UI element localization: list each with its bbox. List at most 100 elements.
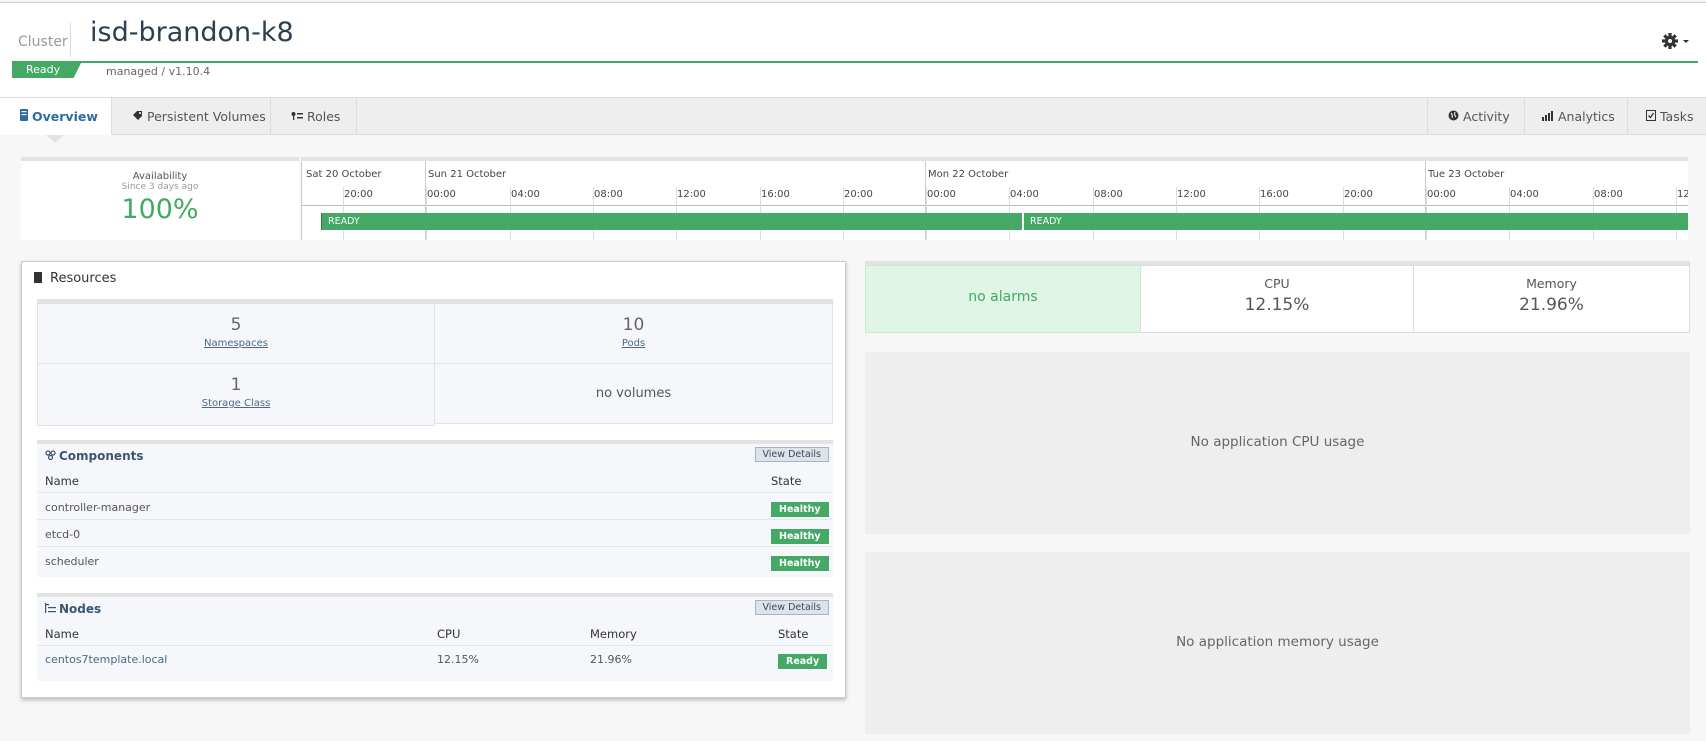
- nodes-title-text: Nodes: [59, 602, 102, 616]
- timeline-day-label: Sat 20 October: [306, 169, 382, 180]
- availability-label: Availability: [132, 171, 188, 182]
- node-state-badge: Ready: [778, 654, 828, 669]
- no-volumes-text: no volumes: [595, 386, 672, 401]
- memory-usage-panel: No application memory usage: [865, 552, 1690, 734]
- tab-overview[interactable]: Overview: [0, 98, 112, 135]
- pods-link[interactable]: Pods: [435, 338, 832, 349]
- timeline-hour-label: 12:00: [677, 189, 706, 200]
- cpu-usage-panel: No application CPU usage: [865, 352, 1690, 534]
- timeline-hour-label: 00:00: [427, 189, 456, 200]
- tag-icon: [132, 99, 143, 136]
- active-tab-pointer: [46, 135, 64, 143]
- row-divider: [37, 492, 833, 493]
- cpu-stat-label: CPU: [1264, 276, 1290, 291]
- alarms-status: no alarms: [865, 265, 1141, 333]
- pods-cell: 10 Pods: [434, 303, 833, 364]
- tab-label: Analytics: [1557, 109, 1615, 124]
- components-view-details-button[interactable]: View Details: [754, 447, 829, 462]
- timeline-hour-label: 04:00: [1510, 189, 1539, 200]
- cluster-overview-page: Cluster isd-brandon-k8 Ready managed / v…: [0, 0, 1706, 741]
- cluster-header: Cluster isd-brandon-k8 Ready managed / v…: [0, 3, 1706, 97]
- timeline-status-segment[interactable]: READY: [322, 213, 1022, 230]
- timeline-hour-label: 00:00: [927, 189, 956, 200]
- availability-timeline: Sat 20 October Sun 21 October Mon 22 Octob…: [301, 157, 1688, 240]
- timeline-hour-label: 08:00: [1594, 189, 1623, 200]
- timeline-status-segment[interactable]: READY: [1024, 213, 1688, 230]
- resources-title: Resources: [34, 271, 116, 286]
- alarms-text: no alarms: [968, 289, 1038, 305]
- timeline-hour-label: 12:00: [1177, 189, 1206, 200]
- row-divider: [37, 519, 833, 520]
- namespaces-cell: 5 Namespaces: [37, 303, 435, 364]
- resource-grid: 5 Namespaces 10 Pods 1 Storage Class no …: [37, 299, 833, 429]
- availability-value: 100%: [121, 194, 199, 225]
- nodes-title: Nodes: [45, 602, 101, 616]
- row-divider: [37, 645, 833, 646]
- nodes-view-details-button[interactable]: View Details: [754, 600, 829, 615]
- memory-stat: Memory 21.96%: [1413, 265, 1690, 333]
- components-title: Components: [45, 449, 144, 463]
- timeline-hour-label: 00:00: [1427, 189, 1456, 200]
- managed-version: managed / v1.10.4: [106, 65, 211, 78]
- node-name-link[interactable]: centos7template.local: [45, 653, 167, 666]
- gear-icon: [1662, 33, 1689, 49]
- nodes-col-state: State: [778, 627, 809, 641]
- timeline-hour-label: 04:00: [511, 189, 540, 200]
- tab-bar: Overview Persistent Volumes Roles Activi…: [0, 97, 1706, 135]
- timeline-hour-label: 04:00: [1010, 189, 1039, 200]
- availability-since: Since 3 days ago: [121, 182, 199, 192]
- page-title: isd-brandon-k8: [90, 17, 294, 48]
- storage-class-cell: 1 Storage Class: [37, 363, 435, 426]
- tab-roles[interactable]: Roles: [271, 98, 357, 135]
- tab-label: Persistent Volumes: [147, 109, 266, 124]
- component-state-badge: Healthy: [771, 529, 829, 544]
- settings-dropdown[interactable]: [1660, 31, 1692, 51]
- bar-chart-icon: [1542, 109, 1558, 124]
- status-line: [70, 61, 1698, 63]
- tab-label: Overview: [32, 109, 98, 124]
- chevron-down-icon: [1683, 40, 1689, 43]
- tab-analytics[interactable]: Analytics: [1524, 98, 1627, 135]
- key-list-icon: [291, 99, 303, 136]
- nodes-col-memory: Memory: [590, 627, 637, 641]
- resources-card: Resources 5 Namespaces 10 Pods 1 Storage…: [21, 261, 846, 698]
- tab-label: Roles: [307, 109, 341, 124]
- component-name: etcd-0: [45, 528, 81, 541]
- row-divider: [37, 546, 833, 547]
- memory-usage-empty-text: No application memory usage: [1176, 634, 1379, 650]
- timeline-start-marker: [321, 213, 322, 230]
- namespaces-link[interactable]: Namespaces: [38, 338, 434, 349]
- cluster-label: Cluster: [18, 34, 68, 50]
- namespaces-count: 5: [230, 315, 242, 335]
- tab-activity[interactable]: Activity: [1427, 98, 1524, 135]
- node-cpu: 12.15%: [437, 653, 479, 666]
- components-icon: [45, 450, 56, 461]
- nodes-section: Nodes View Details Name CPU Memory State…: [37, 593, 833, 681]
- timeline-hour-label: 12:: [1677, 189, 1688, 200]
- components-title-text: Components: [59, 449, 144, 463]
- components-col-name: Name: [45, 474, 79, 488]
- timeline-hour-label: 20:00: [844, 189, 873, 200]
- tab-label: Activity: [1462, 109, 1510, 124]
- timeline-day-divider: [301, 161, 302, 240]
- nodes-col-cpu: CPU: [437, 627, 461, 641]
- summary-bar: no alarms CPU 12.15% Memory 21.96%: [865, 261, 1690, 333]
- components-col-state: State: [771, 474, 802, 488]
- resources-title-text: Resources: [50, 271, 117, 286]
- tab-tasks[interactable]: Tasks: [1627, 98, 1706, 135]
- timeline-day-label: Mon 22 October: [928, 169, 1009, 180]
- timeline-hour-label: 20:00: [344, 189, 373, 200]
- status-badge: Ready: [12, 61, 82, 78]
- globe-icon: [1448, 109, 1463, 124]
- components-section: Components View Details Name State contr…: [37, 440, 833, 577]
- header-divider: [70, 23, 71, 57]
- storage-class-link[interactable]: Storage Class: [38, 398, 434, 409]
- component-name: scheduler: [45, 555, 99, 568]
- component-name: controller-manager: [45, 501, 151, 514]
- timeline-day-label: Sun 21 October: [428, 169, 507, 180]
- tab-persistent-volumes[interactable]: Persistent Volumes: [112, 98, 271, 135]
- memory-stat-value: 21.96%: [1519, 295, 1584, 315]
- component-state-badge: Healthy: [771, 556, 829, 571]
- timeline-day-label: Tue 23 October: [1428, 169, 1505, 180]
- availability-card: Availability Since 3 days ago 100%: [21, 157, 299, 240]
